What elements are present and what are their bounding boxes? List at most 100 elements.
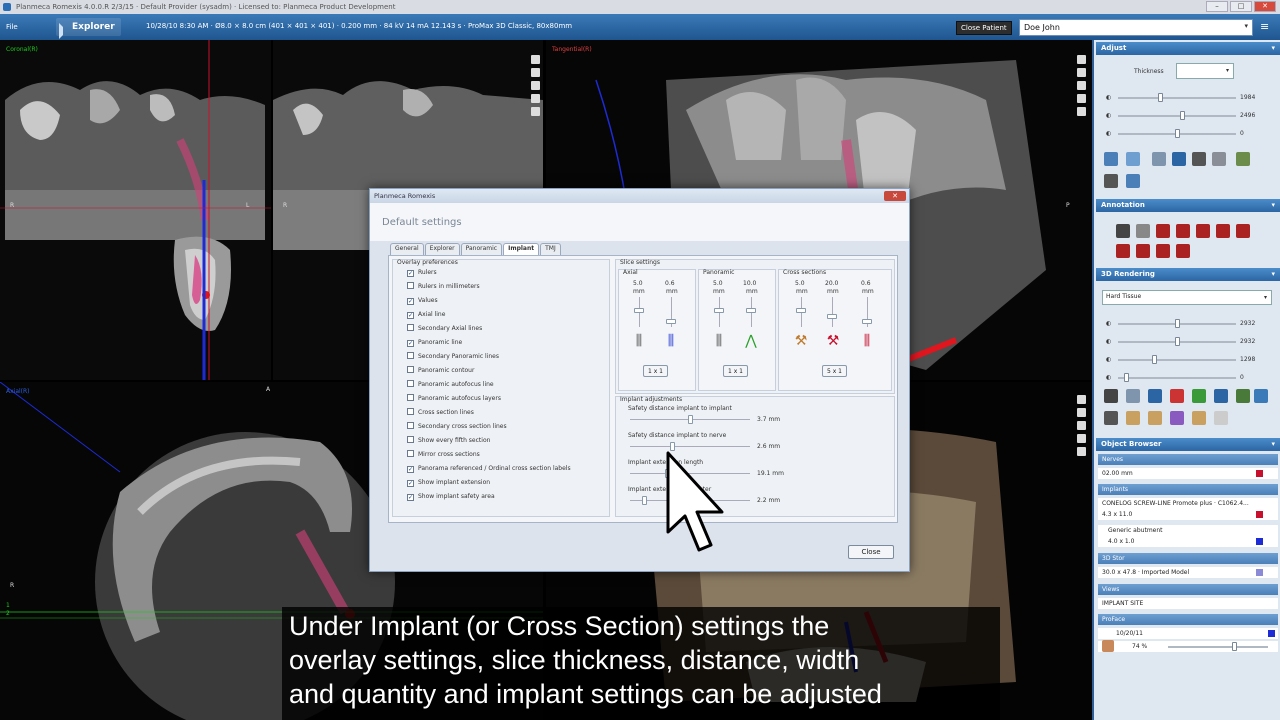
panel-slider-thumb[interactable] — [1175, 337, 1180, 346]
panoramic-distance-slider[interactable] — [746, 308, 756, 313]
panoramic-layout-button[interactable]: 1 x 1 — [723, 365, 748, 377]
proface-group-row[interactable]: ProFace — [1098, 614, 1278, 625]
overlay-option-row[interactable]: ✓ Show implant safety area — [407, 492, 495, 502]
settings-icon-3[interactable] — [1077, 447, 1086, 456]
panel-collapse-icon[interactable]: ▾ — [1271, 42, 1275, 55]
coronal-view[interactable]: Coronal(R) R L — [0, 40, 271, 380]
delete-annotation-icon[interactable] — [1176, 244, 1190, 258]
view-maximize-icon-2[interactable] — [1077, 55, 1086, 64]
surface-group-row[interactable]: 3D Stor — [1098, 553, 1278, 564]
cross-thickness-slider[interactable] — [796, 308, 806, 313]
checkbox-checked[interactable]: ✓ — [407, 298, 414, 305]
contrast-icon[interactable] — [1172, 152, 1186, 166]
segment-icon[interactable] — [1192, 389, 1206, 403]
panoramic-tool-icon[interactable] — [1192, 152, 1206, 166]
implant-adjustment-slider[interactable] — [688, 415, 693, 424]
ellipse-tool-icon[interactable] — [1216, 224, 1230, 238]
freehand-tool-icon[interactable] — [1236, 224, 1250, 238]
view-maximize-icon[interactable] — [531, 55, 540, 64]
checkbox-unchecked[interactable] — [407, 366, 414, 373]
checkbox-checked[interactable]: ✓ — [407, 312, 414, 319]
profile-tool-icon[interactable] — [1156, 244, 1170, 258]
views-group-row[interactable]: Views — [1098, 584, 1278, 595]
sharpen-icon[interactable] — [1236, 152, 1250, 166]
rendering-panel-header[interactable]: 3D Rendering ▾ — [1096, 268, 1280, 281]
tab-explorer[interactable]: Explorer — [424, 243, 460, 255]
file-menu[interactable]: File — [6, 23, 18, 31]
camera-icon-2[interactable] — [1077, 81, 1086, 90]
explorer-button[interactable]: Explorer — [56, 18, 121, 39]
thickness-select[interactable]: ▾ — [1176, 63, 1234, 79]
camera-icon-3[interactable] — [1077, 421, 1086, 430]
warning-icon[interactable] — [531, 68, 540, 77]
overlay-option-row[interactable]: Panoramic contour — [407, 366, 474, 376]
tab-panoramic[interactable]: Panoramic — [460, 243, 503, 255]
overlay-option-row[interactable]: Cross section lines — [407, 408, 474, 418]
overlay-option-row[interactable]: Rulers in millimeters — [407, 282, 480, 292]
head-icon[interactable] — [1148, 411, 1162, 425]
render-mode-icon[interactable] — [1104, 389, 1118, 403]
panel-slider-thumb[interactable] — [1152, 355, 1157, 364]
checkbox-unchecked[interactable] — [407, 422, 414, 429]
overlay-option-row[interactable]: ✓ Rulers — [407, 268, 437, 278]
ruler-icon[interactable] — [1212, 152, 1226, 166]
annotation-panel-header[interactable]: Annotation ▾ — [1096, 199, 1280, 212]
overlay-option-row[interactable]: Panoramic autofocus line — [407, 380, 494, 390]
model-row[interactable]: 30.0 x 47.8 · Imported Model — [1098, 567, 1278, 578]
clip-icon[interactable] — [1148, 389, 1162, 403]
panel-slider-thumb[interactable] — [1180, 111, 1185, 120]
checkbox-unchecked[interactable] — [407, 450, 414, 457]
object-browser-header[interactable]: Object Browser ▾ — [1096, 438, 1280, 451]
implant-item-row[interactable]: CONELOG SCREW-LINE Promote plus · C1062.… — [1098, 498, 1278, 509]
checkbox-checked[interactable]: ✓ — [407, 340, 414, 347]
rotate-icon[interactable] — [1236, 389, 1250, 403]
snapshot-icon[interactable] — [1104, 411, 1118, 425]
axial-distance-slider[interactable] — [666, 319, 676, 324]
overlay-option-row[interactable]: Secondary cross section lines — [407, 422, 507, 432]
rectangle-tool-icon[interactable] — [1156, 224, 1170, 238]
plane-icon[interactable] — [1214, 389, 1228, 403]
tab-general[interactable]: General — [390, 243, 424, 255]
dialog-close-x[interactable]: ✕ — [884, 191, 906, 201]
cross-width-slider[interactable] — [827, 314, 837, 319]
panoramic-thickness-slider[interactable] — [714, 308, 724, 313]
cross-distance-slider[interactable] — [862, 319, 872, 324]
reset-icon[interactable] — [531, 94, 540, 103]
overlay-option-row[interactable]: ✓ Values — [407, 296, 438, 306]
checkbox-unchecked[interactable] — [407, 324, 414, 331]
checkbox-checked[interactable]: ✓ — [407, 494, 414, 501]
model-color-swatch[interactable] — [1256, 569, 1263, 576]
nerve-item-row[interactable]: 02.00 mm — [1098, 468, 1278, 479]
axial-thickness-slider[interactable] — [634, 308, 644, 313]
density-tool-icon[interactable] — [1136, 244, 1150, 258]
close-patient-button[interactable]: Close Patient — [956, 21, 1012, 35]
checkbox-checked[interactable]: ✓ — [407, 466, 414, 473]
settings-icon[interactable] — [531, 107, 540, 116]
panel-collapse-icon-4[interactable]: ▾ — [1271, 438, 1275, 451]
light-icon[interactable] — [1126, 389, 1140, 403]
face-icon[interactable] — [1192, 411, 1206, 425]
implant-color-swatch[interactable] — [1256, 511, 1263, 518]
close-button[interactable]: Close — [848, 545, 894, 559]
reset-icon-3[interactable] — [1077, 434, 1086, 443]
overlay-option-row[interactable]: ✓ Show implant extension — [407, 478, 490, 488]
panel-slider-thumb[interactable] — [1175, 129, 1180, 138]
panel-collapse-icon-3[interactable]: ▾ — [1271, 268, 1275, 281]
overlay-option-row[interactable]: Mirror cross sections — [407, 450, 480, 460]
overlay-option-row[interactable]: Secondary Axial lines — [407, 324, 482, 334]
implant-adjustment-slider[interactable] — [642, 496, 647, 505]
menu-icon[interactable]: ≡ — [1260, 20, 1269, 33]
proface-opacity-slider[interactable] — [1232, 642, 1237, 651]
checkbox-unchecked[interactable] — [407, 380, 414, 387]
cut-icon[interactable] — [1170, 389, 1184, 403]
print-icon[interactable] — [1104, 174, 1118, 188]
area-tool-icon[interactable] — [1116, 244, 1130, 258]
hand-icon[interactable] — [1152, 152, 1166, 166]
panel-slider-thumb[interactable] — [1175, 319, 1180, 328]
patient-selector[interactable]: Doe John ▾ — [1019, 19, 1253, 36]
skull-icon[interactable] — [1126, 411, 1140, 425]
colormap-icon[interactable] — [1170, 411, 1184, 425]
rendering-preset-select[interactable]: Hard Tissue ▾ — [1102, 290, 1272, 305]
zoom-icon[interactable] — [1104, 152, 1118, 166]
abutment-row[interactable]: Generic abutment — [1098, 525, 1278, 536]
